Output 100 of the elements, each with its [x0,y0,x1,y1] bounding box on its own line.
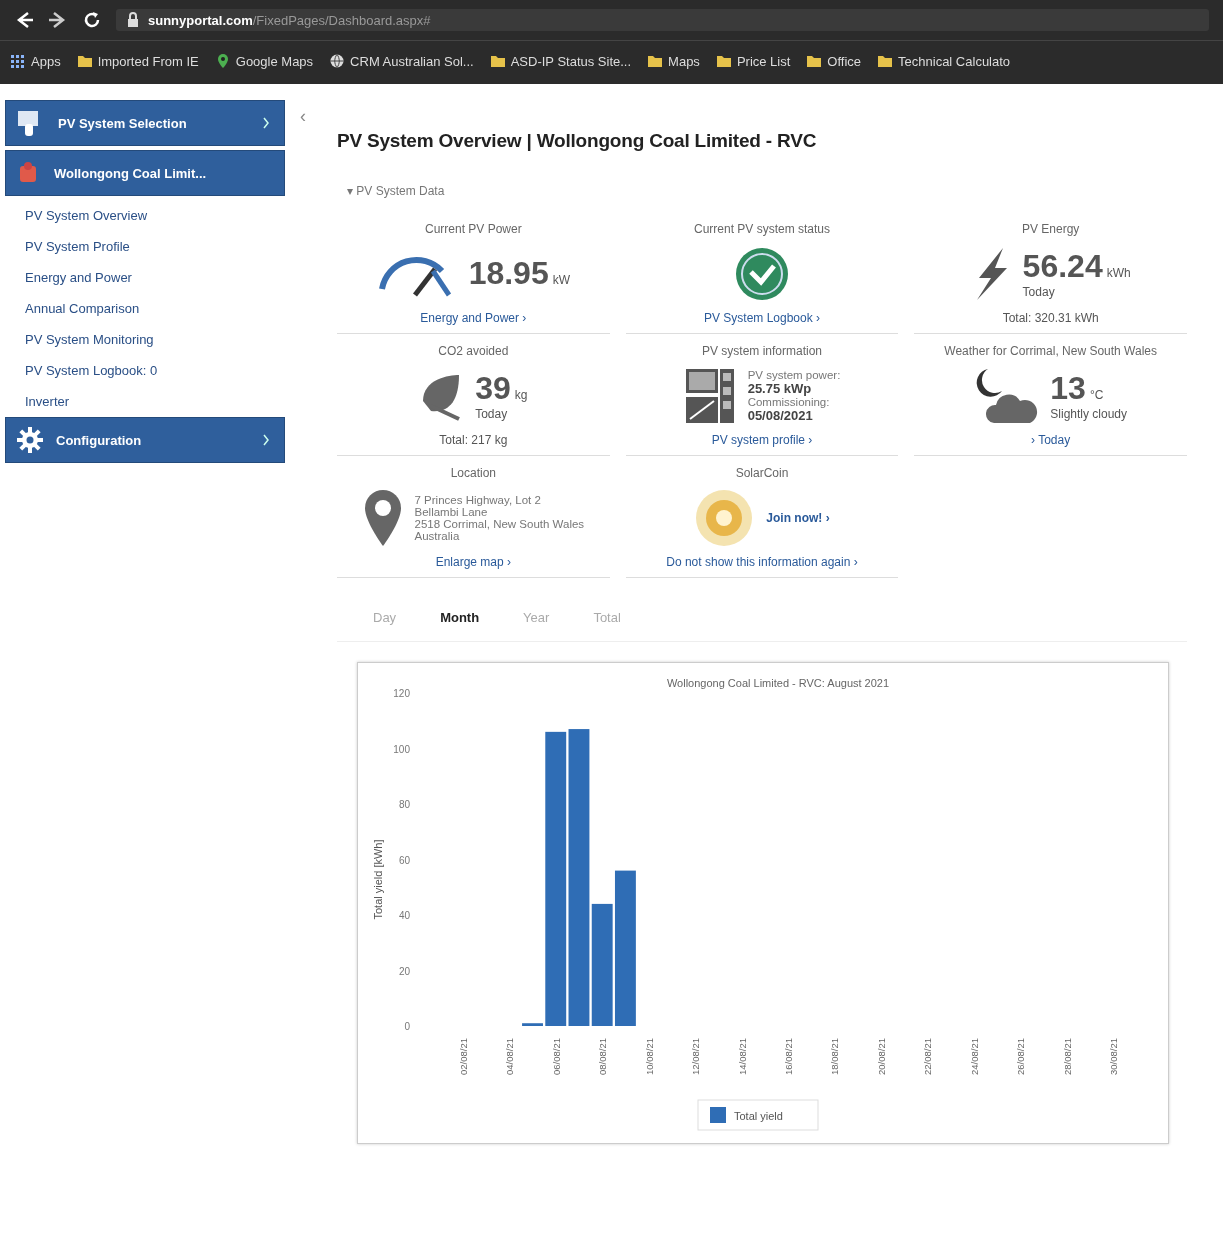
info-label: PV system power: [747,368,841,381]
sidebar-item[interactable]: PV System Overview [5,200,305,231]
plant-button[interactable]: Wollongong Coal Limit... [5,150,285,196]
y-tick-label: 20 [398,965,410,977]
bookmark-label[interactable]: Technical Calculato [898,53,1011,69]
sidebar-item[interactable]: PV System Profile [5,231,305,262]
chevron-right-icon [262,434,270,446]
caption-text: Today [475,407,509,421]
bookmark-label[interactable]: Price List [736,53,791,69]
chevron-right-icon [262,117,270,129]
bookmark-label[interactable]: Apps [31,53,61,69]
period-tab[interactable]: Month [440,610,480,625]
x-tick-label: 12/08/21 [690,1038,702,1075]
globe-icon [329,53,346,69]
join-link[interactable]: Join now! › [766,510,830,525]
x-tick-label: 02/08/21 [457,1038,469,1075]
section-toggle[interactable]: ▾ PV System Data [347,184,445,198]
info-value: 05/08/2021 [747,407,813,423]
folder-icon [806,53,823,69]
x-tick-label: 18/08/21 [829,1038,841,1075]
x-tick-label: 20/08/21 [875,1038,887,1075]
card-link[interactable]: PV System Logbook › [703,311,820,325]
value-text: 18.95 [468,255,549,292]
url-text: sunnyportal.com/FixedPages/Dashboard.aspx# [148,12,431,28]
x-tick-label: 26/08/21 [1015,1038,1027,1075]
sidebar-item[interactable]: PV System Monitoring [5,324,305,355]
bookmark-label[interactable]: Office [827,53,862,69]
value-text: 39 [475,370,511,407]
unit-text: kWh [1106,266,1131,280]
card-title: Current PV system status [693,222,830,236]
bookmark-label[interactable]: Google Maps [235,53,314,69]
folder-icon [877,53,894,69]
apps-grid-icon [10,53,26,69]
bookmark-label[interactable]: Maps [668,53,700,69]
y-axis-title: Total yield [kWh] [372,839,384,920]
y-tick-label: 60 [398,854,410,866]
folder-icon [489,53,506,69]
address-line: 2518 Corrimal, New South Wales [414,517,585,530]
sidebar-item[interactable]: Annual Comparison [5,293,305,324]
card-title: PV system information [701,344,822,358]
collapse-button[interactable]: ‹ [300,106,306,127]
map-pin-icon [362,487,403,548]
info-label: Commissioning: [747,395,831,408]
page-title: PV System Overview | Wollongong Coal Limited - RVC [337,130,818,152]
x-tick-label: 10/08/21 [643,1038,655,1075]
card-link[interactable]: Do not show this information again › [666,555,858,569]
card-title: SolarCoin [735,466,789,480]
bookmark-label[interactable]: ASD-IP Status Site... [510,53,632,69]
address-line: 7 Princes Highway, Lot 2 [414,493,542,506]
folder-icon [715,53,732,69]
x-tick-label: 04/08/21 [504,1038,516,1075]
value-text: 56.24 [1022,248,1103,285]
info-value: 25.75 kWp [747,380,812,396]
folder-icon [76,53,93,69]
x-tick-label: 22/08/21 [922,1038,934,1075]
card-title: PV Energy [1021,222,1080,236]
card-link[interactable]: PV system profile › [711,433,813,447]
value-text: 13 [1050,370,1086,407]
card-title: Weather for Corrimal, New South Wales [944,344,1158,358]
address-line: Australia [414,529,460,542]
card-title: CO2 avoided [438,344,509,358]
folder-icon [647,53,664,69]
x-tick-label: 06/08/21 [550,1038,562,1075]
gear-icon [16,426,44,454]
card-title: Location [450,466,496,480]
x-tick-label: 08/08/21 [597,1038,609,1075]
x-tick-label: 14/08/21 [736,1038,748,1075]
legend-label: Total yield [734,1110,783,1122]
y-tick-label: 0 [404,1021,410,1032]
check-circle-icon [734,245,790,302]
chart-title: Wollongong Coal Limited - RVC: August 2021 [666,677,890,689]
card-link[interactable]: › Today [1031,433,1071,447]
x-tick-label: 30/08/21 [1108,1038,1120,1075]
y-tick-label: 40 [398,910,410,921]
unit-text: °C [1089,388,1104,402]
y-tick-label: 80 [398,799,410,810]
address-line: Bellambi Lane [414,505,488,518]
sidebar-item[interactable]: Inverter [5,386,305,417]
unit-text: kW [552,273,571,287]
x-tick-label: 16/08/21 [783,1038,794,1075]
sun-coin-icon [694,487,755,548]
y-tick-label: 100 [393,743,410,755]
caption-text: Today [1022,285,1056,299]
total-text: Total: 320.31 kWh [1002,311,1099,325]
address-bar[interactable]: sunnyportal.com/FixedPages/Dashboard.aspx# [116,9,1209,31]
y-tick-label: 120 [393,688,410,699]
bookmark-label[interactable]: Imported From IE [97,53,199,69]
sidebar-item[interactable]: PV System Logbook: 0 [5,355,305,386]
solar-panel-icon [683,366,736,425]
card-title: Current PV Power [424,222,522,236]
configuration-button[interactable]: Configuration [5,417,285,463]
x-tick-label: 24/08/21 [968,1038,980,1075]
lock-icon [126,12,140,28]
system-selection-button[interactable]: PV System Selection [5,100,285,146]
card-link[interactable]: Energy and Power › [420,311,527,325]
unit-text: kg [514,388,528,402]
sidebar-item[interactable]: Energy and Power [5,262,305,293]
reload-icon[interactable] [82,10,102,30]
bookmark-label[interactable]: CRM Australian Sol... [350,53,474,69]
card-link[interactable]: Enlarge map › [435,555,511,569]
